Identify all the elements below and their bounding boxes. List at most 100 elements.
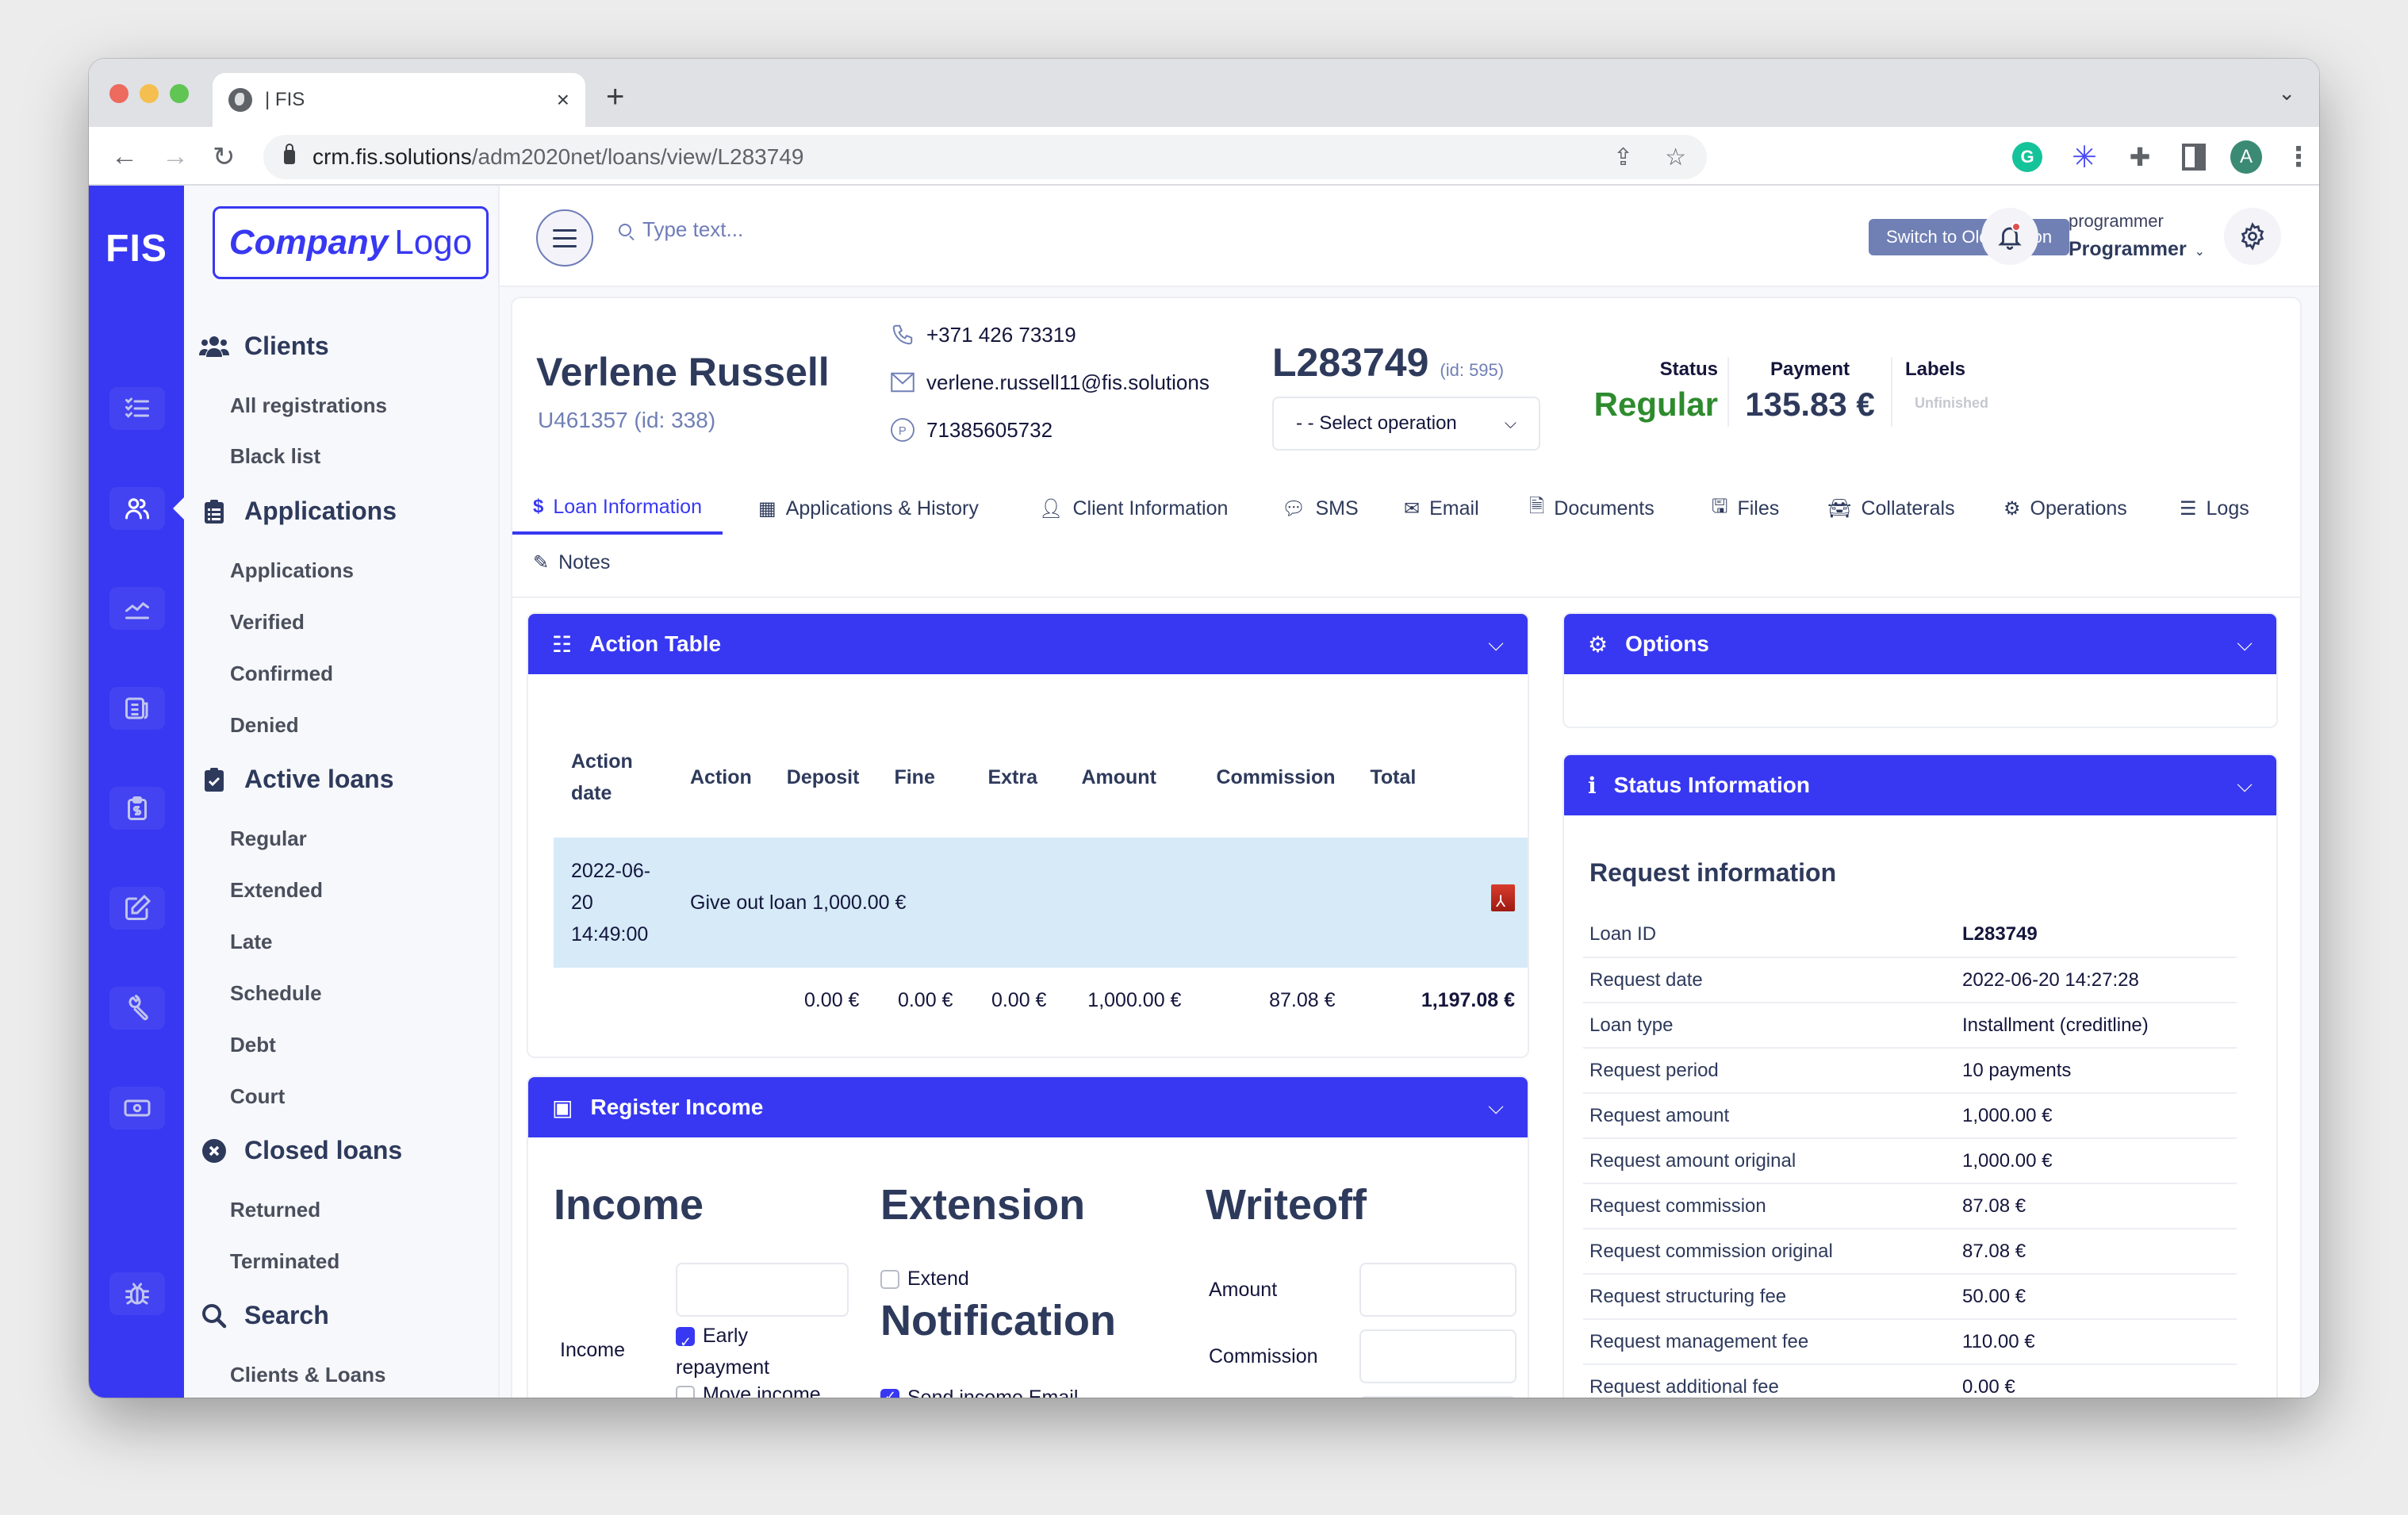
action-table: Action date Action Deposit Fine Extra Am… xyxy=(554,717,1528,1033)
rail-clients-button[interactable] xyxy=(109,487,165,530)
close-tab-icon[interactable]: × xyxy=(557,87,569,113)
sidebar-section-active-loans[interactable]: Active loans xyxy=(197,765,394,794)
sidebar-section-applications[interactable]: Applications xyxy=(197,497,397,526)
settings-button[interactable] xyxy=(2224,208,2281,265)
tab-documents[interactable]: 🗎 Documents xyxy=(1529,482,1655,535)
tab-sms[interactable]: 💬︎ SMS xyxy=(1282,482,1359,535)
side-panel-icon[interactable] xyxy=(2178,141,2210,173)
new-tab-button[interactable]: + xyxy=(606,79,624,115)
tab-search-chevron-icon[interactable]: ⌄ xyxy=(2278,81,2295,105)
asterisk-extension-icon[interactable]: ✳ xyxy=(2069,141,2100,175)
url-input[interactable]: crm.fis.solutions/adm2020net/loans/view/… xyxy=(263,135,1707,179)
action-table-header[interactable]: ☷ Action Table ⌵ xyxy=(528,614,1528,674)
sidebar-item-court[interactable]: Court xyxy=(230,1084,285,1109)
browser-menu-icon[interactable]: ⋮ xyxy=(2283,141,2314,173)
reload-icon[interactable]: ↻ xyxy=(213,141,236,173)
writeoff-amount-input[interactable] xyxy=(1359,1263,1517,1317)
rail-news-button[interactable] xyxy=(109,687,165,730)
user-menu[interactable]: programmer Programmer ⌄ xyxy=(2069,211,2205,261)
sidebar-item-regular[interactable]: Regular xyxy=(230,827,307,851)
column-header[interactable]: Action date xyxy=(554,717,673,838)
tab-files[interactable]: 🖫 Files xyxy=(1712,482,1779,535)
pdf-icon[interactable] xyxy=(1491,884,1515,918)
sidebar-section-search[interactable]: Search xyxy=(197,1301,329,1330)
notifications-button[interactable] xyxy=(1981,208,2038,265)
income-input[interactable] xyxy=(676,1263,849,1317)
chevron-down-icon[interactable]: ⌵ xyxy=(2237,631,2253,657)
checkbox-checked[interactable] xyxy=(676,1326,695,1358)
sidebar-item-applications[interactable]: Applications xyxy=(230,558,354,583)
sidebar-item-schedule[interactable]: Schedule xyxy=(230,981,322,1006)
options-header[interactable]: ⚙ Options ⌵ xyxy=(1564,614,2276,674)
column-header[interactable]: Amount xyxy=(1064,717,1198,838)
back-arrow-icon[interactable]: ← xyxy=(111,141,138,172)
table-row[interactable]: 2022-06- 20 14:49:00 Give out loan 1,000… xyxy=(554,838,1528,968)
extend-checkbox[interactable]: Extend xyxy=(880,1268,969,1291)
rail-payments-button[interactable] xyxy=(109,787,165,830)
status-information-header[interactable]: i Status Information ⌵ xyxy=(1564,755,2276,815)
rail-tools-button[interactable] xyxy=(109,987,165,1030)
writeoff-commission-input[interactable] xyxy=(1359,1329,1517,1383)
sidebar-item-late[interactable]: Late xyxy=(230,930,272,954)
profile-avatar[interactable]: A xyxy=(2230,140,2262,174)
tab-collaterals[interactable]: 🚘︎ Collaterals xyxy=(1827,482,1955,535)
browser-tab[interactable]: | FIS × xyxy=(213,73,585,127)
chevron-down-icon[interactable]: ⌵ xyxy=(1488,631,1504,657)
extensions-puzzle-icon[interactable]: ✚ xyxy=(2124,141,2156,173)
chevron-down-icon[interactable]: ⌵ xyxy=(2237,773,2253,798)
move-income-checkbox[interactable]: Move income xyxy=(676,1383,821,1398)
sidebar-item-extended[interactable]: Extended xyxy=(230,878,323,903)
column-header[interactable]: Deposit xyxy=(769,717,877,838)
column-header[interactable]: Commission xyxy=(1198,717,1352,838)
checkbox-checked[interactable] xyxy=(880,1388,899,1398)
sidebar-item-black-list[interactable]: Black list xyxy=(230,444,320,469)
sidebar-item-clients-loans[interactable]: Clients & Loans xyxy=(230,1363,385,1387)
tab-applications-history[interactable]: ▦ Applications & History xyxy=(758,482,979,535)
sidebar-item-terminated[interactable]: Terminated xyxy=(230,1249,339,1274)
tab-operations[interactable]: ⚙ Operations xyxy=(2003,482,2127,535)
switch-old-version-button[interactable]: Switch to Old Version xyxy=(1869,219,2070,255)
search-input[interactable] xyxy=(642,217,1118,242)
sidebar-item-verified[interactable]: Verified xyxy=(230,610,305,635)
sidebar-item-debt[interactable]: Debt xyxy=(230,1033,276,1057)
minimize-window-button[interactable] xyxy=(140,84,159,103)
checkbox-unchecked[interactable] xyxy=(676,1386,695,1398)
grammarly-extension-icon[interactable]: G xyxy=(2011,141,2043,173)
chevron-down-icon[interactable]: ⌵ xyxy=(1488,1095,1504,1120)
company-logo[interactable]: Company Logo xyxy=(213,206,489,279)
client-id-link[interactable]: U461357 (id: 338) xyxy=(538,408,715,433)
sidebar-item-confirmed[interactable]: Confirmed xyxy=(230,662,333,686)
writeoff-extra-input[interactable] xyxy=(1359,1396,1517,1398)
tab-client-information[interactable]: 👤︎ Client Information xyxy=(1039,482,1228,535)
operation-select[interactable]: - - Select operation ⌵ xyxy=(1272,397,1540,451)
forward-arrow-icon[interactable]: → xyxy=(162,141,189,172)
label-badge[interactable]: Unfinished xyxy=(1915,395,2032,412)
tab-email[interactable]: ✉ Email xyxy=(1404,482,1479,535)
column-header[interactable]: Action xyxy=(673,717,769,838)
share-icon[interactable]: ⇪ xyxy=(1613,144,1633,171)
tab-loan-information[interactable]: $ Loan Information xyxy=(512,482,723,535)
rail-debug-button[interactable] xyxy=(109,1272,165,1315)
column-header[interactable]: Total xyxy=(1353,717,1528,838)
tab-logs[interactable]: ☰ Logs xyxy=(2180,482,2249,535)
rail-analytics-button[interactable] xyxy=(109,587,165,630)
rail-edit-button[interactable] xyxy=(109,887,165,930)
sidebar-section-clients[interactable]: Clients xyxy=(197,332,329,361)
maximize-window-button[interactable] xyxy=(170,84,189,103)
bookmark-star-icon[interactable]: ☆ xyxy=(1665,144,1686,171)
menu-toggle-button[interactable] xyxy=(536,209,593,267)
sidebar-section-closed-loans[interactable]: Closed loans xyxy=(197,1136,402,1165)
sidebar-item-denied[interactable]: Denied xyxy=(230,713,299,738)
tab-notes[interactable]: ✎ Notes xyxy=(533,536,610,589)
early-repayment-checkbox[interactable]: Early repayment xyxy=(676,1320,834,1383)
send-income-email-checkbox[interactable]: Send income Email xyxy=(880,1387,1078,1398)
column-header[interactable]: Extra xyxy=(970,717,1064,838)
sidebar-item-returned[interactable]: Returned xyxy=(230,1198,320,1222)
sidebar-item-all-registrations[interactable]: All registrations xyxy=(230,393,387,418)
column-header[interactable]: Fine xyxy=(876,717,970,838)
checkbox-unchecked[interactable] xyxy=(880,1270,899,1290)
rail-checklist-button[interactable] xyxy=(109,387,165,430)
register-income-header[interactable]: ▣ Register Income ⌵ xyxy=(528,1077,1528,1137)
rail-cash-button[interactable] xyxy=(109,1087,165,1130)
close-window-button[interactable] xyxy=(109,84,128,103)
